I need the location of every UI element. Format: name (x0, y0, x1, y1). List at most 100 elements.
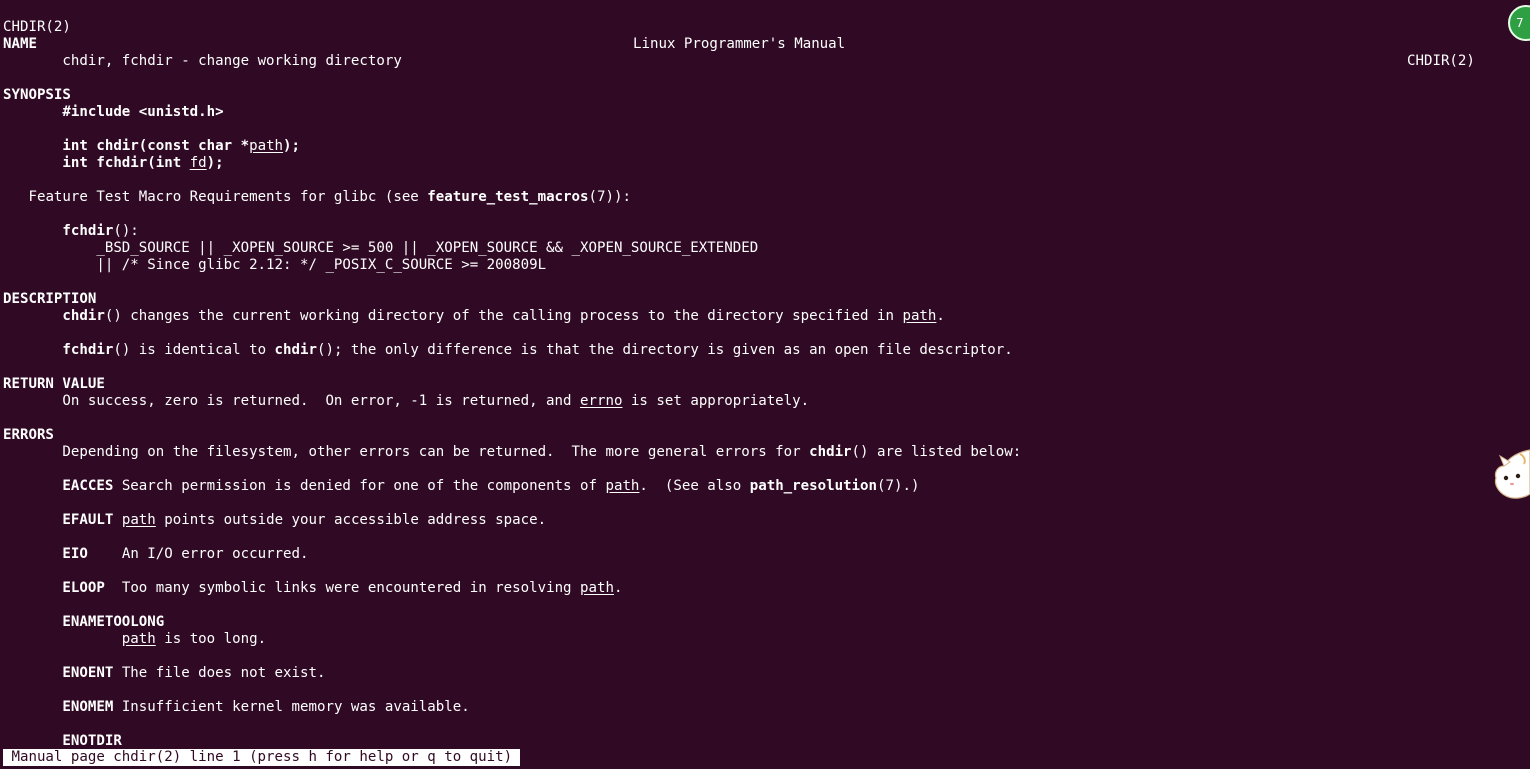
error-code: EFAULT (62, 512, 114, 528)
error-enomem: ENOMEM Insufficient kernel memory was av… (3, 699, 1530, 716)
desc-text: () is identical to (113, 342, 275, 358)
error-eloop: ELOOP Too many symbolic links were encou… (3, 580, 1530, 597)
section-synopsis-heading: SYNOPSIS (3, 87, 71, 103)
section-return-value-heading: RETURN VALUE (3, 376, 105, 392)
error-text: is too long. (155, 631, 267, 647)
error-code: ENOMEM (62, 699, 114, 715)
return-value-text: On success, zero is returned. On error, … (3, 393, 1530, 410)
error-text: The file does not exist. (113, 665, 326, 681)
error-text-end: . (613, 580, 623, 596)
desc-chdir-fn: chdir (62, 308, 105, 324)
desc-path-arg: path (902, 308, 937, 324)
error-path-arg: path (121, 512, 156, 528)
ftm-text: Feature Test Macro Requirements for glib… (28, 189, 428, 205)
error-eacces: EACCES Search permission is denied for o… (3, 478, 1530, 495)
include-line: #include <unistd.h> (3, 104, 1530, 121)
errors-intro: Depending on the filesystem, other error… (3, 444, 1530, 461)
error-code: EACCES (62, 478, 114, 494)
ftm-line: Feature Test Macro Requirements for glib… (3, 189, 1530, 206)
error-path-arg: path (580, 580, 614, 596)
section-description-heading: DESCRIPTION (3, 291, 97, 307)
header-right: CHDIR(2) (1407, 53, 1475, 69)
fchdir-fd-arg: fd (189, 155, 207, 171)
error-code: ENOENT (62, 665, 114, 681)
header-center: Linux Programmer's Manual (633, 36, 846, 52)
errors-intro-end: () are listed below: (851, 444, 1022, 460)
desc-fchdir-fn: fchdir (62, 342, 114, 358)
fchdir-prototype-end: ); (206, 155, 224, 171)
description-paragraph-2: fchdir() is identical to chdir(); the on… (3, 342, 1530, 359)
macro-text-1: _BSD_SOURCE || _XOPEN_SOURCE >= 500 || _… (96, 240, 759, 256)
error-code: ENAMETOOLONG (62, 614, 165, 630)
fchdir-label-parens: (): (113, 223, 139, 239)
chdir-prototype-start: int chdir(const char * (62, 138, 250, 154)
terminal-window[interactable]: CHDIR(2) Linux Programmer's Manual CHDIR… (0, 0, 1530, 769)
fchdir-prototype: int fchdir(int fd); (3, 155, 1530, 172)
pager-status-bar: Manual page chdir(2) line 1 (press h for… (3, 749, 521, 766)
error-enoent: ENOENT The file does not exist. (3, 665, 1530, 682)
chdir-path-arg: path (249, 138, 284, 154)
error-eio: EIO An I/O error occurred. (3, 546, 1530, 563)
error-path-arg: path (121, 631, 156, 647)
error-enotdir: ENOTDIR (3, 733, 1530, 750)
desc-text-end: (); the only difference is that the dire… (316, 342, 1013, 358)
return-text: On success, zero is returned. On error, … (62, 393, 581, 409)
error-enametoolong-desc: path is too long. (3, 631, 1530, 648)
error-text: Too many symbolic links were encountered… (121, 580, 581, 596)
error-text: . (See also (639, 478, 750, 494)
desc-text-end: . (936, 308, 945, 324)
section-errors-heading: ERRORS (3, 427, 54, 443)
man-header: CHDIR(2) Linux Programmer's Manual CHDIR… (3, 2, 1530, 69)
error-text: Search permission is denied for one of t… (113, 478, 606, 494)
macro-line-2: || /* Since glibc 2.12: */ _POSIX_C_SOUR… (3, 257, 1530, 274)
cat-mascot-icon[interactable] (1490, 444, 1530, 500)
return-text-end: is set appropriately. (622, 393, 810, 409)
name-text: chdir, fchdir - change working directory (62, 53, 402, 69)
fchdir-label-line: fchdir(): (3, 223, 1530, 240)
fchdir-prototype-start: int fchdir(int (62, 155, 190, 171)
description-paragraph-1: chdir() changes the current working dire… (3, 308, 1530, 325)
ftm-text-end: (7)): (588, 189, 631, 205)
error-code: ELOOP (62, 580, 105, 596)
error-code: EIO (62, 546, 88, 562)
macro-line-1: _BSD_SOURCE || _XOPEN_SOURCE >= 500 || _… (3, 240, 1530, 257)
error-enametoolong: ENAMETOOLONG (3, 614, 1530, 631)
header-left: CHDIR(2) (3, 19, 71, 35)
include-directive: #include <unistd.h> (62, 104, 224, 120)
error-path-arg: path (605, 478, 640, 494)
error-text: Insufficient kernel memory was available… (113, 699, 470, 715)
desc-text: () changes the current working directory… (104, 308, 903, 324)
errno-ref: errno (580, 393, 623, 409)
macro-text-2: || /* Since glibc 2.12: */ _POSIX_C_SOUR… (96, 257, 547, 273)
error-efault: EFAULT path points outside your accessib… (3, 512, 1530, 529)
name-text-line: chdir, fchdir - change working directory (3, 53, 1530, 70)
errors-chdir-fn: chdir (809, 444, 852, 460)
errors-intro-text: Depending on the filesystem, other error… (62, 444, 810, 460)
desc-chdir-fn: chdir (274, 342, 317, 358)
chdir-prototype: int chdir(const char *path); (3, 138, 1530, 155)
chdir-prototype-end: ); (283, 138, 301, 154)
error-code: ENOTDIR (62, 733, 122, 749)
error-text: points outside your accessible address s… (155, 512, 547, 528)
error-text-end: (7).) (877, 478, 920, 494)
path-resolution-link: path_resolution (749, 478, 878, 494)
ftm-link: feature_test_macros (427, 189, 589, 205)
fchdir-label: fchdir (62, 223, 114, 239)
